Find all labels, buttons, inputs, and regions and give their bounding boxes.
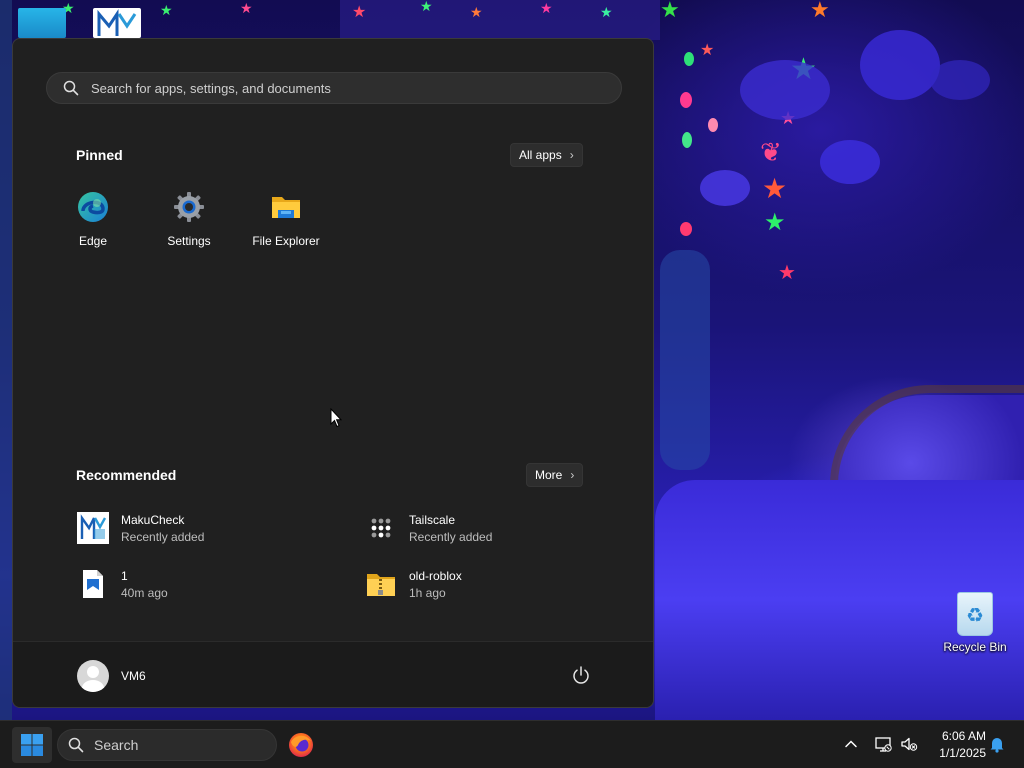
wallpaper-dot: [680, 92, 692, 108]
pinned-app-settings[interactable]: Settings: [147, 191, 231, 248]
search-icon: [68, 737, 84, 753]
wallpaper-star: ★: [700, 40, 715, 59]
recommended-item-old-roblox[interactable]: old-roblox 1h ago: [365, 566, 462, 602]
tailscale-icon: [365, 512, 397, 544]
folder-icon: [272, 197, 300, 218]
wallpaper-star: ★: [778, 260, 796, 284]
pinned-app-file-explorer[interactable]: File Explorer: [244, 191, 328, 248]
more-label: More: [535, 468, 563, 482]
user-account-button[interactable]: VM6: [77, 660, 146, 692]
more-button[interactable]: More ›: [526, 463, 584, 487]
search-icon: [63, 80, 79, 96]
wallpaper-star: ★: [420, 0, 433, 15]
wallpaper-leaf: [820, 140, 880, 184]
taskbar-search-label: Search: [94, 737, 139, 753]
recommended-item-name: 1: [121, 568, 128, 583]
wallpaper-star: ★: [240, 1, 253, 17]
taskbar: Search 6:06 AM 1/1/2025: [0, 720, 1024, 768]
recommended-item-name: MakuCheck: [121, 512, 185, 527]
wallpaper-dot: [684, 52, 694, 66]
chevron-right-icon: ›: [569, 148, 574, 162]
mouse-cursor-icon: [330, 408, 342, 428]
taskbar-search-box[interactable]: Search: [57, 729, 277, 761]
wallpaper-star: ★: [660, 0, 680, 23]
wallpaper-star: ★: [762, 172, 788, 205]
wallpaper-star: ★: [160, 3, 173, 19]
pinned-app-label: Settings: [167, 234, 211, 248]
edge-icon: [78, 192, 108, 222]
wallpaper-leaf: [700, 170, 750, 206]
wallpaper-leaf: [860, 30, 940, 100]
recommended-item-1[interactable]: 1 40m ago: [77, 566, 168, 602]
network-icon[interactable]: [874, 735, 892, 753]
notification-bell-icon[interactable]: [988, 735, 1006, 753]
pinned-app-label: File Explorer: [252, 234, 320, 248]
wallpaper-star: ★: [540, 1, 553, 17]
pinned-heading: Pinned: [76, 147, 123, 163]
wallpaper-leaf: [740, 60, 830, 120]
avatar: [77, 660, 109, 692]
recommended-item-subtitle: 40m ago: [121, 585, 168, 600]
desktop-makucheck-icon[interactable]: [93, 8, 141, 38]
clock-date: 1/1/2025: [939, 746, 986, 760]
firefox-icon[interactable]: [288, 732, 314, 758]
recommended-item-subtitle: Recently added: [409, 529, 493, 544]
recommended-item-name: old-roblox: [409, 568, 462, 583]
start-button[interactable]: [12, 727, 52, 763]
makucheck-icon: [77, 512, 109, 544]
wallpaper-leaf: [930, 60, 990, 100]
recommended-item-name: Tailscale: [409, 512, 456, 527]
recommended-item-makucheck[interactable]: MakuCheck Recently added: [77, 510, 204, 546]
recommended-heading: Recommended: [76, 467, 177, 483]
chevron-up-icon[interactable]: [843, 736, 859, 752]
clock-time: 6:06 AM: [941, 729, 986, 743]
recycle-bin-icon: ♻: [957, 592, 993, 636]
wallpaper-dot: [682, 132, 692, 148]
all-apps-label: All apps: [519, 148, 562, 162]
wallpaper-star: ★: [810, 0, 830, 23]
volume-muted-icon[interactable]: [900, 735, 918, 753]
start-search-box[interactable]: [46, 72, 622, 104]
gear-icon: [174, 192, 204, 222]
start-menu: Pinned All apps › Edge: [12, 38, 654, 708]
pinned-app-label: Edge: [78, 234, 108, 248]
start-menu-footer: VM6: [13, 641, 653, 707]
recommended-item-subtitle: 1h ago: [409, 585, 446, 600]
all-apps-button[interactable]: All apps ›: [510, 143, 583, 167]
windows-logo-icon: [21, 734, 43, 756]
recommended-item-subtitle: Recently added: [121, 529, 205, 544]
zip-folder-icon: [365, 568, 397, 600]
chevron-right-icon: ›: [570, 468, 575, 482]
user-name: VM6: [121, 669, 146, 683]
pinned-app-edge[interactable]: Edge: [51, 191, 135, 248]
wallpaper-star: ★: [352, 2, 367, 21]
wallpaper-star: ★: [764, 208, 786, 236]
image-file-icon: [77, 568, 109, 600]
taskbar-clock[interactable]: 6:06 AM 1/1/2025: [926, 728, 986, 762]
wallpaper-dot: [680, 222, 692, 236]
recommended-item-tailscale[interactable]: Tailscale Recently added: [365, 510, 492, 546]
wallpaper-star: ★: [470, 5, 483, 21]
wallpaper-dot: [708, 118, 718, 132]
power-icon[interactable]: [571, 665, 591, 685]
start-search-input[interactable]: [91, 80, 591, 96]
recycle-bin-label: Recycle Bin: [943, 640, 1007, 654]
wallpaper-left-edge: [0, 0, 12, 720]
wallpaper-star: ★: [600, 5, 613, 21]
recycle-bin-shortcut[interactable]: ♻ Recycle Bin: [940, 592, 1010, 654]
desktop-app-icon[interactable]: [18, 8, 66, 38]
wallpaper-butterfly: ❦: [760, 138, 782, 168]
wallpaper-tree: [660, 250, 710, 470]
